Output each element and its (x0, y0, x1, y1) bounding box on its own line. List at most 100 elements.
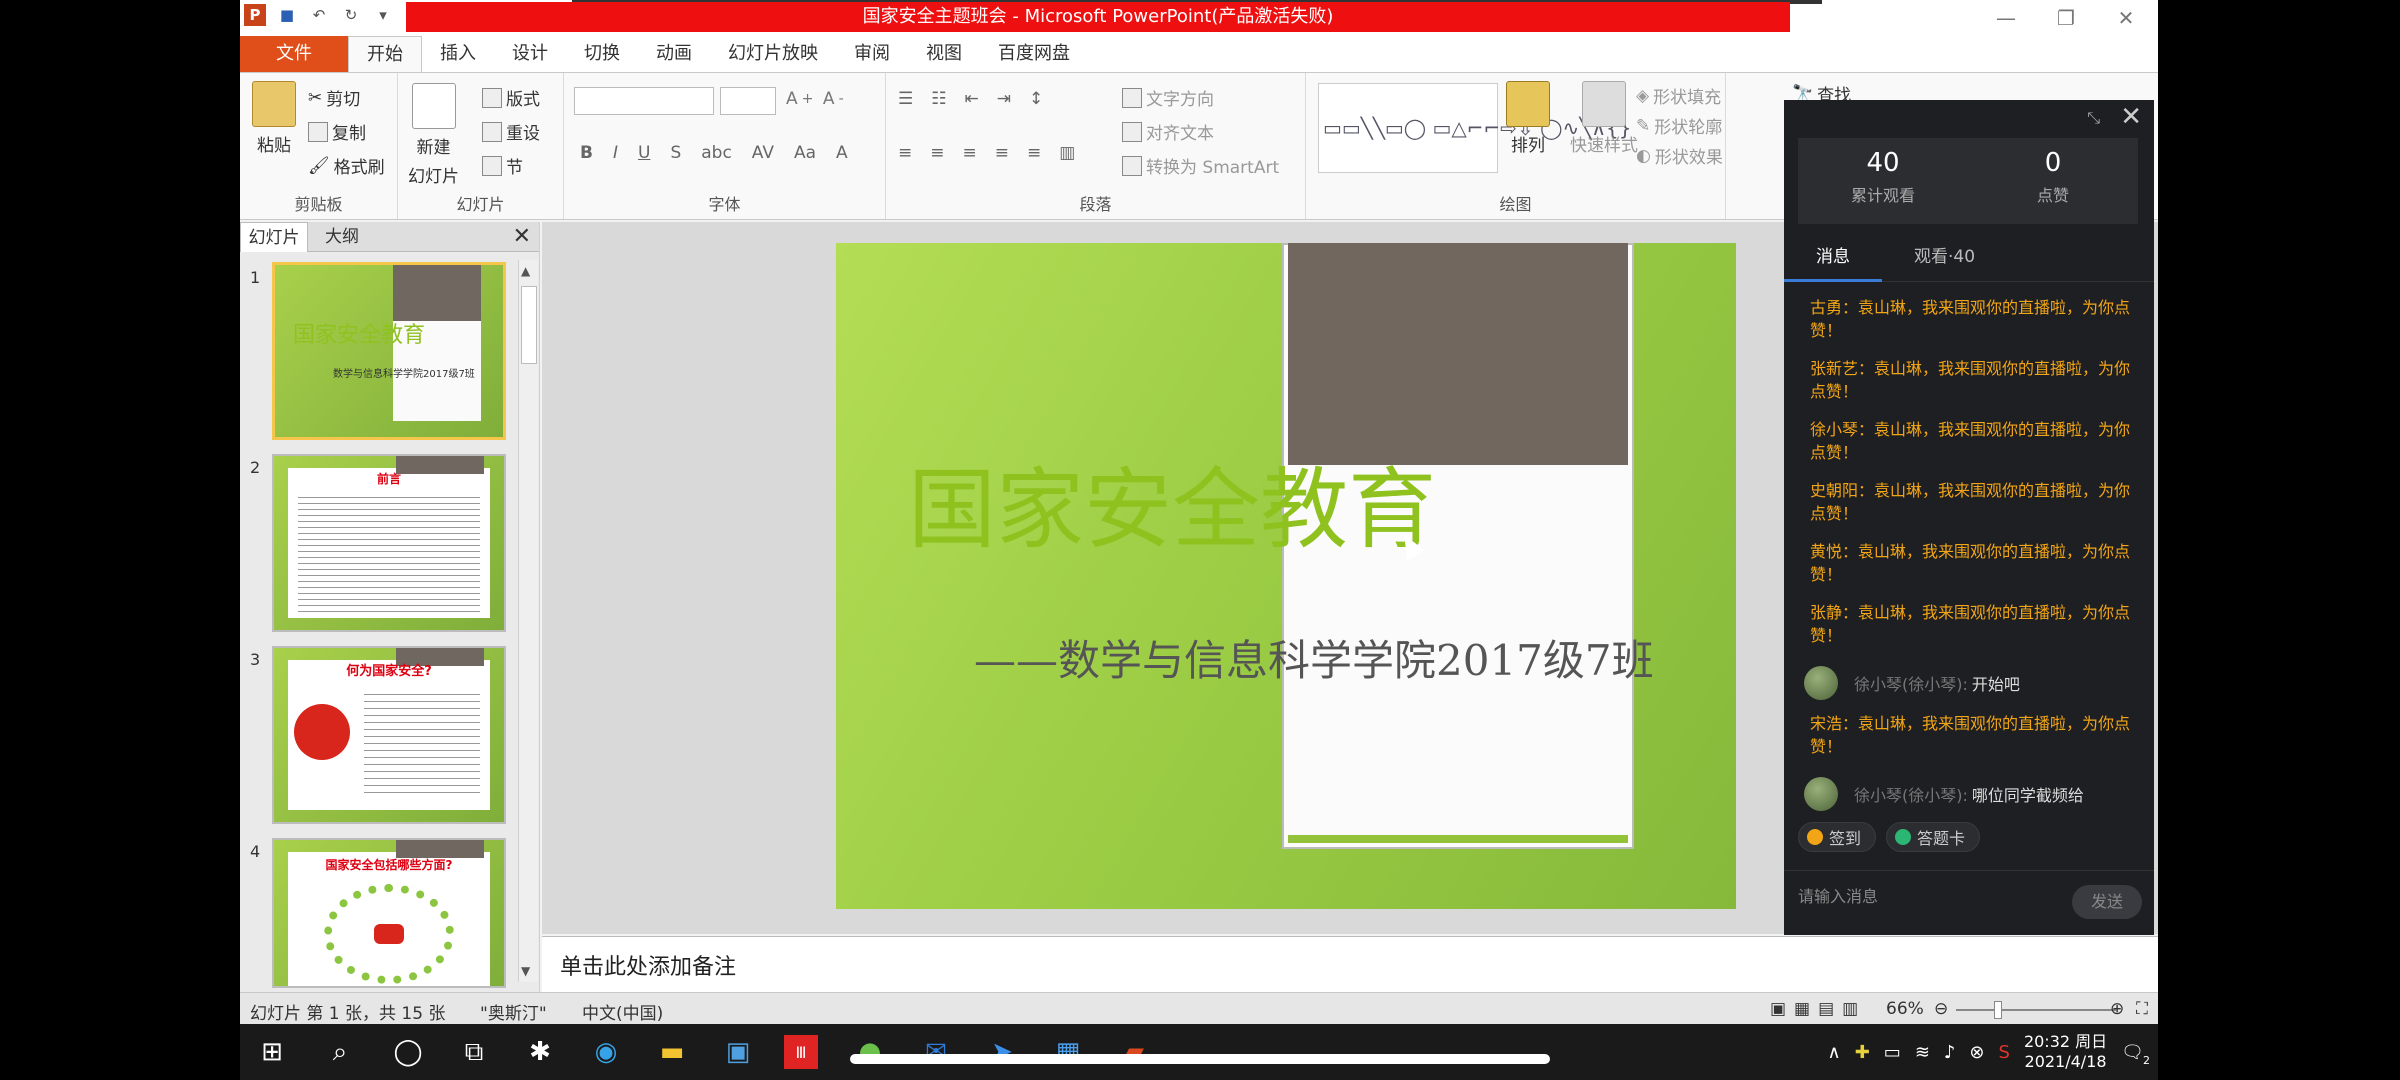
align-left-icon[interactable]: ≡ (898, 143, 912, 163)
green-app-icon[interactable]: ● (850, 1032, 890, 1072)
zoom-in-icon[interactable]: ⊕ (2110, 999, 2124, 1019)
format-painter-button[interactable]: 🖌 格式刷 (308, 153, 385, 179)
bold-icon[interactable]: B (580, 143, 593, 163)
ime-icon[interactable]: ⊗ (1969, 1042, 1984, 1063)
tab-home[interactable]: 开始 (348, 36, 422, 72)
new-slide-button[interactable]: 新建 幻灯片 (408, 83, 459, 187)
strikethrough-icon[interactable]: abc (701, 143, 732, 163)
line-spacing-icon[interactable]: ↕ (1029, 89, 1043, 109)
minimize-button[interactable]: — (1976, 2, 2036, 34)
pinwheel-app-icon[interactable]: ✱ (520, 1032, 560, 1072)
scrollbar-thumb[interactable] (521, 286, 537, 364)
slide-title[interactable]: 国家安全教育 (908, 439, 1436, 566)
message-input[interactable]: 请输入消息 发送 (1784, 870, 2154, 930)
bullets-icon[interactable]: ☰ (898, 89, 913, 109)
grow-font-button[interactable]: A + A- (786, 89, 844, 109)
tab-viewers[interactable]: 观看·40 (1882, 232, 2007, 282)
powerpoint-logo-icon[interactable]: P (244, 4, 266, 26)
customize-qat-icon[interactable]: ▾ (372, 4, 394, 26)
tab-baidu-netdisk[interactable]: 百度网盘 (980, 36, 1088, 72)
redo-icon[interactable]: ↻ (340, 4, 362, 26)
tab-slides[interactable]: 幻灯片 (240, 222, 308, 252)
calendar-app-icon[interactable]: ▦ (1048, 1032, 1088, 1072)
distributed-icon[interactable]: ≡ (1027, 143, 1041, 163)
undo-icon[interactable]: ↶ (308, 4, 330, 26)
edge-browser-icon[interactable]: ◉ (586, 1032, 626, 1072)
answer-card-button[interactable]: 答题卡 (1886, 822, 1981, 852)
align-text-button[interactable]: 对齐文本 (1122, 119, 1214, 144)
section-button[interactable]: 节 (482, 153, 523, 178)
red-app-icon[interactable]: Ⅲ (784, 1035, 818, 1069)
tab-outline[interactable]: 大纲 (308, 222, 376, 252)
show-hidden-icons-icon[interactable]: ∧ (1828, 1042, 1841, 1063)
quick-styles-button[interactable]: 快速样式 (1570, 81, 1638, 156)
shrink-panel-icon[interactable]: ⤡ (2087, 108, 2100, 128)
search-icon[interactable]: ⌕ (320, 1032, 360, 1072)
numbering-icon[interactable]: ☷ (931, 89, 946, 109)
tab-animations[interactable]: 动画 (638, 36, 710, 72)
clock[interactable]: 20:32 周日 2021/4/18 (2024, 1032, 2107, 1072)
justify-icon[interactable]: ≡ (995, 143, 1009, 163)
tab-insert[interactable]: 插入 (422, 36, 494, 72)
tab-transitions[interactable]: 切换 (566, 36, 638, 72)
store-icon[interactable]: ▣ (718, 1032, 758, 1072)
arrange-button[interactable]: 排列 (1506, 81, 1550, 156)
sogou-input-icon[interactable]: S (1999, 1042, 2010, 1063)
mail-icon[interactable]: ✉ (916, 1032, 956, 1072)
font-color-icon[interactable]: A (836, 143, 848, 163)
zoom-level[interactable]: 66% (1886, 999, 1924, 1019)
font-name-dropdown[interactable] (574, 87, 714, 115)
battery-icon[interactable]: ▭ (1884, 1042, 1901, 1063)
volume-icon[interactable]: ♪ (1944, 1042, 1956, 1063)
shape-outline-button[interactable]: ✎ 形状轮廓 (1636, 113, 1722, 139)
notification-center-icon[interactable]: 🗨 2 (2121, 1042, 2150, 1067)
align-buttons[interactable]: ≡ ≡ ≡ ≡ ≡ ▥ (898, 143, 1075, 163)
copy-button[interactable]: 复制 (308, 119, 366, 144)
list-buttons[interactable]: ☰ ☷ ⇤ ⇥ ↕ (898, 89, 1043, 109)
view-buttons[interactable]: ▣▦▤▥ (1770, 999, 1866, 1019)
tab-file[interactable]: 文件 (240, 36, 348, 72)
layout-button[interactable]: 版式 (482, 85, 540, 110)
powerpoint-taskbar-icon[interactable]: ▰ (1114, 1032, 1154, 1072)
restore-button[interactable]: ❐ (2036, 2, 2096, 34)
slide-thumbnail-1[interactable]: 国家安全教育 数学与信息科学学院2017级7班 (272, 262, 506, 440)
gesture-home-bar[interactable] (850, 1054, 1550, 1064)
scroll-down-icon[interactable]: ▼ (521, 964, 530, 978)
tab-messages[interactable]: 消息 (1784, 232, 1882, 282)
slide-thumbnail-3[interactable]: 何为国家安全? (272, 646, 506, 824)
increase-indent-icon[interactable]: ⇥ (997, 89, 1011, 109)
text-direction-button[interactable]: 文字方向 (1122, 85, 1214, 110)
columns-icon[interactable]: ▥ (1059, 143, 1075, 163)
slides-pane-scrollbar[interactable]: ▲ ▼ (518, 260, 538, 982)
tab-review[interactable]: 审阅 (836, 36, 908, 72)
char-spacing-icon[interactable]: AV (752, 143, 774, 163)
zoom-slider-track[interactable] (1956, 1009, 2116, 1011)
font-size-dropdown[interactable] (720, 87, 776, 115)
send-button[interactable]: 发送 (2072, 885, 2142, 919)
close-pane-icon[interactable]: ✕ (513, 224, 531, 249)
zoom-out-icon[interactable]: ⊖ (1934, 999, 1948, 1019)
tab-slideshow[interactable]: 幻灯片放映 (710, 36, 836, 72)
language-indicator[interactable]: 中文(中国) (582, 999, 663, 1024)
font-format-buttons[interactable]: B I U Sabc AV Aa A (580, 143, 848, 163)
notes-pane[interactable]: 单击此处添加备注 (542, 936, 2158, 992)
reset-button[interactable]: 重设 (482, 119, 540, 144)
zoom-slider-thumb[interactable] (1994, 1001, 2002, 1019)
tab-view[interactable]: 视图 (908, 36, 980, 72)
cortana-icon[interactable]: ◯ (388, 1032, 428, 1072)
cut-button[interactable]: ✂ 剪切 (308, 85, 360, 111)
italic-icon[interactable]: I (613, 143, 618, 163)
tab-design[interactable]: 设计 (494, 36, 566, 72)
fit-slide-icon[interactable]: ⛶ (2136, 999, 2148, 1019)
check-in-button[interactable]: 签到 (1798, 822, 1877, 852)
close-window-button[interactable]: ✕ (2096, 2, 2156, 34)
task-view-icon[interactable]: ⧉ (454, 1032, 494, 1072)
align-center-icon[interactable]: ≡ (930, 143, 944, 163)
tray-app-icon[interactable]: ✚ (1855, 1042, 1870, 1063)
paste-button[interactable]: 粘贴 (252, 81, 296, 156)
shape-fill-button[interactable]: ◈ 形状填充 (1636, 83, 1721, 109)
current-slide[interactable]: 国家安全教育 ——数学与信息科学学院2017级7班 (836, 243, 1736, 909)
underline-icon[interactable]: U (638, 143, 650, 163)
scroll-up-icon[interactable]: ▲ (521, 264, 530, 278)
slide-thumbnail-2[interactable]: 前言 (272, 454, 506, 632)
